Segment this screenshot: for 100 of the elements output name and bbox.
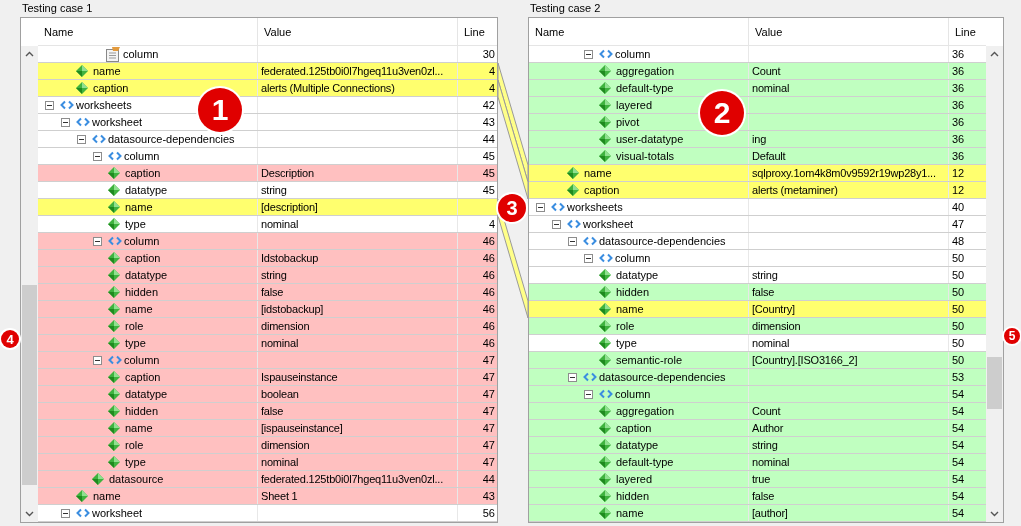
collapse-icon[interactable] (536, 202, 545, 212)
collapse-icon[interactable] (61, 508, 70, 518)
tree-row[interactable]: name federated.125tb0i0l7hgeq11u3ven0zl... 4 (38, 63, 497, 80)
column-header[interactable]: Line (955, 25, 976, 38)
tree-row[interactable]: datasource-dependencies 44 (38, 131, 497, 148)
tree-row[interactable]: name [ispauseinstance] 47 (38, 420, 497, 437)
tree-row[interactable]: role dimension 47 (38, 437, 497, 454)
node-value: Author (752, 421, 784, 435)
tree-row[interactable]: hidden false 50 (529, 284, 986, 301)
tree-row[interactable]: name [Country] 50 (529, 301, 986, 318)
collapse-icon[interactable] (552, 219, 561, 229)
tree-row[interactable]: worksheets 40 (529, 199, 986, 216)
scroll-down-icon[interactable] (25, 511, 34, 517)
tree-row[interactable]: caption alerts (Multiple Connections) 4 (38, 80, 497, 97)
tree-row[interactable]: type nominal 50 (529, 335, 986, 352)
collapse-icon[interactable] (45, 100, 54, 110)
line-number: 36 (952, 64, 965, 78)
tree-row[interactable]: default-type nominal 36 (529, 80, 986, 97)
collapse-icon[interactable] (61, 117, 70, 127)
code-tag-icon (599, 253, 613, 263)
tree-row[interactable]: aggregation Count 36 (529, 63, 986, 80)
tree-row[interactable]: role dimension 46 (38, 318, 497, 335)
tree-row[interactable]: name [description] (38, 199, 497, 216)
tree-row[interactable]: column 54 (529, 386, 986, 403)
tree-row[interactable]: name sqlproxy.1om4k8m0v9592r19wp28y1... 12 (529, 165, 986, 182)
node-name: worksheet (583, 217, 634, 231)
tree-row[interactable]: column 30 (38, 46, 497, 63)
collapse-icon[interactable] (93, 151, 102, 161)
scroll-down-icon[interactable] (990, 511, 999, 517)
line-number: 54 (952, 438, 965, 452)
tree-row[interactable]: datatype string 54 (529, 437, 986, 454)
tree-row[interactable]: type nominal 47 (38, 454, 497, 471)
collapse-icon[interactable] (93, 236, 102, 246)
tree-row[interactable]: caption alerts (metaminer) 12 (529, 182, 986, 199)
collapse-icon[interactable] (77, 134, 86, 144)
collapse-icon[interactable] (584, 49, 593, 59)
scroll-bar[interactable] (986, 46, 1003, 522)
tree-row[interactable]: column 36 (529, 46, 986, 63)
collapse-icon[interactable] (584, 253, 593, 263)
tree-row[interactable]: datatype string 50 (529, 267, 986, 284)
diamond-icon (108, 167, 120, 179)
tree-row[interactable]: worksheet 56 (38, 505, 497, 522)
tree-row[interactable]: type nominal 4 (38, 216, 497, 233)
tree-row[interactable]: caption Description 45 (38, 165, 497, 182)
tree-row[interactable]: name Sheet 1 43 (38, 488, 497, 505)
tree-row[interactable]: hidden false 46 (38, 284, 497, 301)
node-value: [author] (752, 506, 788, 520)
node-value: Count (752, 404, 781, 418)
diamond-icon (599, 65, 611, 77)
tree-row[interactable]: caption Author 54 (529, 420, 986, 437)
tree-row[interactable]: column 50 (529, 250, 986, 267)
node-name: aggregation (616, 64, 675, 78)
node-name: role (616, 319, 635, 333)
collapse-icon[interactable] (568, 372, 577, 382)
tree-row[interactable]: column 47 (38, 352, 497, 369)
tree-row[interactable]: visual-totals Default 36 (529, 148, 986, 165)
tree-row[interactable]: caption Idstobackup 46 (38, 250, 497, 267)
column-header[interactable]: Line (464, 25, 485, 38)
tree-row[interactable]: semantic-role [Country].[ISO3166_2] 50 (529, 352, 986, 369)
tree-row[interactable]: datasource-dependencies 48 (529, 233, 986, 250)
node-name: layered (616, 98, 653, 112)
column-header[interactable]: Name (535, 25, 565, 38)
column-header[interactable]: Name (44, 25, 74, 38)
tree-row[interactable]: default-type nominal 54 (529, 454, 986, 471)
tree-row[interactable]: datatype string 45 (38, 182, 497, 199)
tree-row[interactable]: layered true 54 (529, 471, 986, 488)
line-number: 12 (952, 183, 965, 197)
scroll-up-icon[interactable] (25, 51, 34, 57)
node-name: caption (125, 251, 161, 265)
tree-row[interactable]: name [idstobackup] 46 (38, 301, 497, 318)
tree-row[interactable]: hidden false 54 (529, 488, 986, 505)
node-name: datatype (125, 268, 168, 282)
tree-row[interactable]: caption Ispauseinstance 47 (38, 369, 497, 386)
column-header[interactable]: Value (755, 25, 783, 38)
diamond-icon (108, 218, 120, 230)
scroll-thumb[interactable] (22, 285, 37, 485)
node-name: datasource (109, 472, 164, 486)
scroll-bar[interactable] (21, 46, 38, 522)
tree-row[interactable]: type nominal 46 (38, 335, 497, 352)
collapse-icon[interactable] (568, 236, 577, 246)
tree-row[interactable]: user-datatype ing 36 (529, 131, 986, 148)
column-header[interactable]: Value (264, 25, 292, 38)
tree-row[interactable]: column 46 (38, 233, 497, 250)
tree-row[interactable]: hidden false 47 (38, 403, 497, 420)
tree-row[interactable]: column 45 (38, 148, 497, 165)
scroll-up-icon[interactable] (990, 51, 999, 57)
scroll-thumb[interactable] (987, 357, 1002, 409)
tree-row[interactable]: worksheet 47 (529, 216, 986, 233)
diamond-icon (108, 286, 120, 298)
collapse-icon[interactable] (93, 355, 102, 365)
tree-row[interactable]: datatype string 46 (38, 267, 497, 284)
tree-row[interactable]: datasource federated.125tb0i0l7hgeq11u3ven0zl... 44 (38, 471, 497, 488)
tree-row[interactable]: datatype boolean 47 (38, 386, 497, 403)
tree-row[interactable]: name [author] 54 (529, 505, 986, 522)
tree-row[interactable]: datasource-dependencies 53 (529, 369, 986, 386)
node-value: nominal (752, 455, 790, 469)
node-name: column (124, 234, 160, 248)
tree-row[interactable]: role dimension 50 (529, 318, 986, 335)
tree-row[interactable]: aggregation Count 54 (529, 403, 986, 420)
collapse-icon[interactable] (584, 389, 593, 399)
